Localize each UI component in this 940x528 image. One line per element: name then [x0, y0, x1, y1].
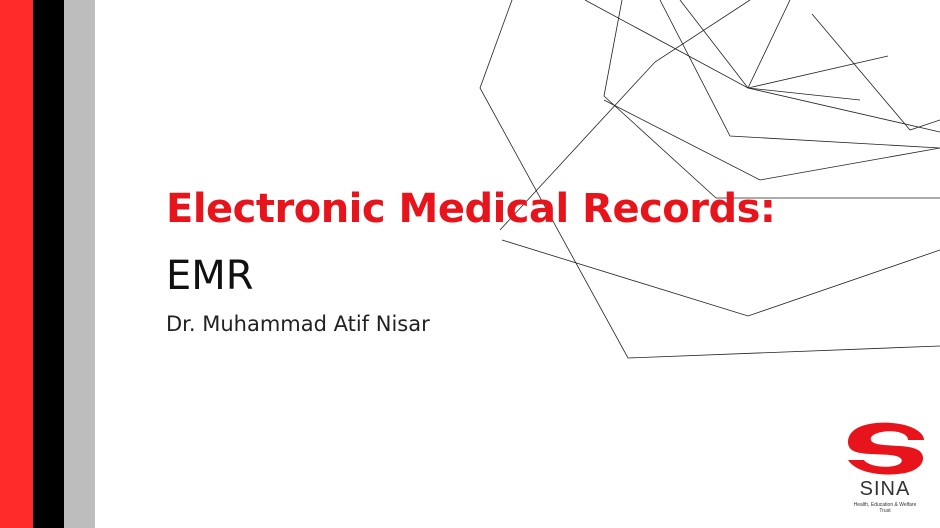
- logo-tagline: Health, Education & Welfare Trust: [853, 502, 917, 514]
- author-name: Dr. Muhammad Atif Nisar: [166, 312, 430, 336]
- slide: Electronic Medical Records: EMR Dr. Muha…: [0, 0, 940, 528]
- slide-title: Electronic Medical Records:: [166, 186, 776, 232]
- sina-logo-icon: [844, 419, 926, 475]
- sina-logo: SINA Health, Education & Welfare Trust: [838, 416, 932, 522]
- slide-subtitle: EMR: [166, 253, 254, 299]
- decorative-line-pattern: [479, 0, 940, 359]
- logo-name: SINA: [859, 478, 911, 500]
